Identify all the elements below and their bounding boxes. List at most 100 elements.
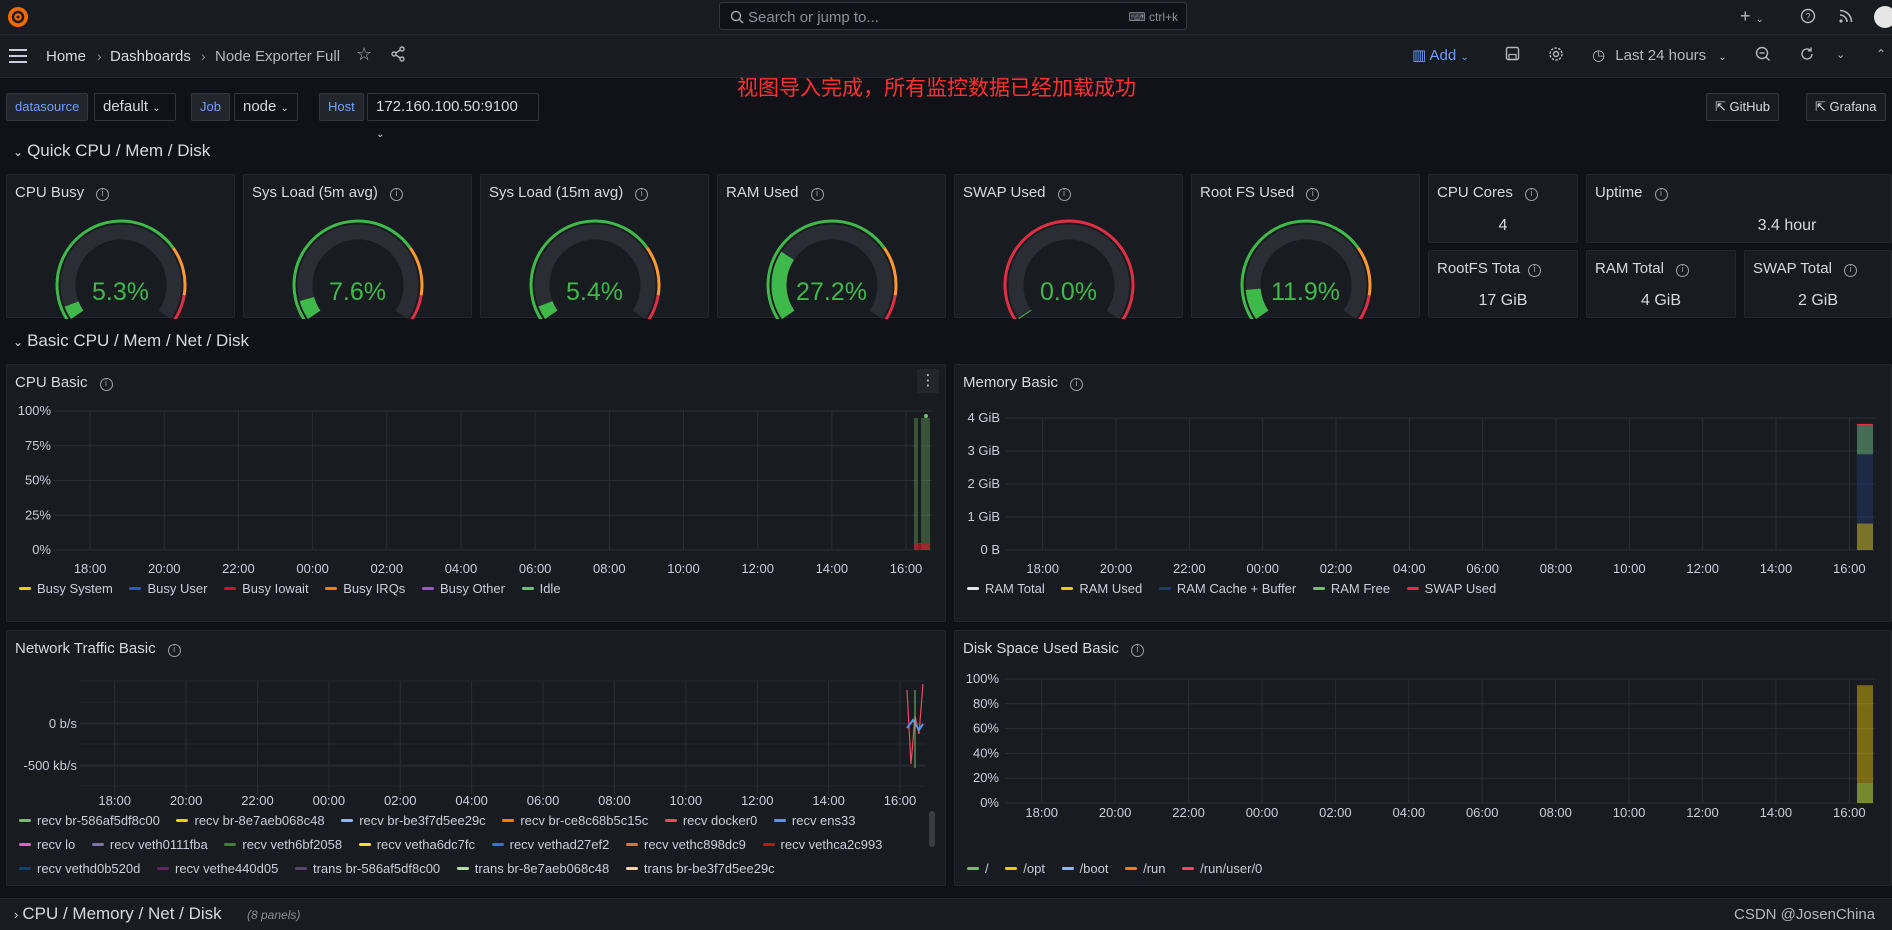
legend-item[interactable]: recv vethe440d05: [156, 861, 278, 876]
variable-select-datasource[interactable]: default ⌄: [94, 93, 176, 121]
grafana-link[interactable]: ⇱ Grafana: [1806, 93, 1886, 121]
legend-item[interactable]: recv vethc898dc9: [625, 837, 746, 852]
x-tick-label: 16:00: [1833, 805, 1866, 820]
legend-item[interactable]: /: [967, 861, 989, 876]
info-icon[interactable]: i: [1843, 264, 1857, 277]
add-panel-button[interactable]: ▥ Add ⌄: [1412, 46, 1469, 64]
panel-network-traffic-basic[interactable]: Network Traffic Basic i 18:00 20:00 22:00 00…: [6, 630, 946, 886]
legend-item[interactable]: recv br-8e7aeb068c48: [176, 813, 325, 828]
legend-item[interactable]: recv veth0111fba: [91, 837, 208, 852]
grafana-logo-icon[interactable]: [6, 5, 30, 29]
legend-item[interactable]: recv br-586af5df8c00: [19, 813, 160, 828]
row-header-collapsed[interactable]: › CPU / Memory / Net / Disk (8 panels) CS…: [0, 898, 1892, 930]
legend-item[interactable]: recv lo: [19, 837, 75, 852]
legend-item[interactable]: Idle: [521, 581, 561, 596]
stat-panel-cpu-cores[interactable]: CPU Cores i 4: [1428, 174, 1578, 243]
legend-item[interactable]: recv br-be3f7d5ee29c: [341, 813, 486, 828]
zoom-out-icon[interactable]: [1755, 46, 1771, 66]
legend-item[interactable]: RAM Free: [1312, 581, 1390, 596]
variable-select-job[interactable]: node ⌄: [234, 93, 298, 121]
legend-item[interactable]: recv vetha6dc7fc: [358, 837, 475, 852]
stat-panel-uptime[interactable]: Uptime i 3.4 hour: [1586, 174, 1892, 243]
menu-icon[interactable]: [9, 49, 27, 67]
legend-item[interactable]: recv vethad27ef2: [491, 837, 609, 852]
stat-panel-rootfs-total[interactable]: RootFS Tota i 17 GiB: [1428, 250, 1578, 318]
gauge-panel-cpu-busy[interactable]: CPU Busy i 5.3%: [6, 174, 235, 319]
legend-item[interactable]: RAM Total: [967, 581, 1045, 596]
refresh-icon[interactable]: [1799, 46, 1815, 66]
legend-item[interactable]: /boot: [1061, 861, 1108, 876]
info-icon[interactable]: i: [1524, 188, 1538, 201]
star-icon[interactable]: ☆: [356, 44, 372, 65]
gauge-panel-root-fs-used[interactable]: Root FS Used i 11.9%: [1191, 174, 1420, 319]
legend-item[interactable]: /run/user/0: [1182, 861, 1262, 876]
legend-item[interactable]: RAM Used: [1061, 581, 1142, 596]
legend-item[interactable]: recv docker0: [664, 813, 757, 828]
add-panel-icon: ▥: [1412, 47, 1427, 64]
legend-scrollbar[interactable]: [929, 811, 935, 847]
help-icon[interactable]: ?: [1800, 8, 1816, 28]
x-tick-label: 14:00: [1760, 561, 1793, 576]
time-picker-button[interactable]: ◷ Last 24 hours ⌄: [1592, 46, 1727, 64]
legend-item[interactable]: trans br-be3f7d5ee29c: [625, 861, 775, 876]
legend-item[interactable]: recv vethca2c993: [762, 837, 882, 852]
legend-item[interactable]: recv ens33: [773, 813, 855, 828]
save-dashboard-icon[interactable]: [1505, 46, 1520, 65]
stat-panel-swap-total[interactable]: SWAP Total i 2 GiB: [1744, 250, 1892, 318]
panel-disk-space-used-basic[interactable]: Disk Space Used Basic i 18:00 20:00 22:00 00…: [954, 630, 1892, 886]
gauge-value: 11.9%: [1270, 278, 1341, 306]
gauge-panel-sys-load-5m[interactable]: Sys Load (5m avg) i 7.6%: [243, 174, 472, 319]
add-new-button[interactable]: + ⌄: [1740, 6, 1764, 27]
info-icon[interactable]: i: [1528, 264, 1542, 277]
info-icon[interactable]: i: [1130, 644, 1144, 657]
breadcrumb-dashboards[interactable]: Dashboards: [110, 48, 191, 65]
legend-item[interactable]: SWAP Used: [1406, 581, 1496, 596]
legend-swatch: [625, 867, 638, 870]
legend-item[interactable]: Busy IRQs: [325, 581, 405, 596]
gauge-value: 7.6%: [329, 278, 386, 306]
legend-item[interactable]: /run: [1125, 861, 1166, 876]
legend-item[interactable]: recv vethd0b520d: [19, 861, 140, 876]
stat-value: 4: [1498, 217, 1508, 234]
info-icon[interactable]: i: [1675, 264, 1689, 277]
search-input[interactable]: Search or jump to... ⌨ ctrl+k: [719, 2, 1187, 30]
x-tick-label: 10:00: [670, 793, 703, 808]
chevron-down-icon: ⌄: [13, 145, 24, 159]
row-header-quick[interactable]: ⌄ Quick CPU / Mem / Disk: [13, 141, 210, 161]
gauge-panel-swap-used[interactable]: SWAP Used i 0.0%: [954, 174, 1183, 319]
stat-panel-ram-total[interactable]: RAM Total i 4 GiB: [1586, 250, 1736, 318]
legend-item[interactable]: recv veth6bf2058: [224, 837, 342, 852]
rss-icon[interactable]: [1838, 8, 1854, 28]
info-icon[interactable]: i: [167, 644, 181, 657]
legend-item[interactable]: Busy Iowait: [224, 581, 309, 596]
legend-item[interactable]: /opt: [1005, 861, 1045, 876]
panel-menu-icon[interactable]: ⋮: [917, 369, 939, 393]
panel-cpu-basic[interactable]: CPU Basic i ⋮ 18:00 20:00 22:00 00:00 02:00 04…: [6, 364, 946, 622]
panel-memory-basic[interactable]: Memory Basic i 18:00 20:00 22:00 00:00 02:00 0…: [954, 364, 1892, 622]
row-header-basic[interactable]: ⌄ Basic CPU / Mem / Net / Disk: [13, 331, 249, 351]
legend-item[interactable]: Busy Other: [421, 581, 505, 596]
legend-item[interactable]: Busy User: [129, 581, 207, 596]
breadcrumb-home[interactable]: Home: [46, 48, 86, 65]
share-icon[interactable]: [390, 46, 406, 66]
refresh-interval-chevron-icon[interactable]: ⌄: [1836, 48, 1845, 61]
legend-item[interactable]: Busy System: [19, 581, 113, 596]
legend-item[interactable]: RAM Cache + Buffer: [1158, 581, 1296, 596]
x-tick-label: 08:00: [593, 561, 626, 576]
legend-item[interactable]: trans br-586af5df8c00: [294, 861, 440, 876]
gauge-panel-sys-load-15m[interactable]: Sys Load (15m avg) i 5.4%: [480, 174, 709, 319]
settings-gear-icon[interactable]: [1548, 46, 1564, 66]
panel-title: Uptime i: [1595, 184, 1668, 201]
legend-item[interactable]: trans br-8e7aeb068c48: [456, 861, 609, 876]
stat-value: 4 GiB: [1640, 292, 1681, 309]
collapse-chevron-up-icon[interactable]: ⌃: [1876, 47, 1886, 61]
gauge-value: 0.0%: [1040, 278, 1097, 306]
info-icon[interactable]: i: [1070, 378, 1084, 391]
variable-select-host[interactable]: 172.160.100.50:9100 ⌄: [367, 93, 539, 140]
user-avatar[interactable]: [1874, 6, 1892, 28]
info-icon[interactable]: i: [99, 378, 113, 391]
github-link[interactable]: ⇱ GitHub: [1706, 93, 1779, 121]
gauge-panel-ram-used[interactable]: RAM Used i 27.2%: [717, 174, 946, 319]
info-icon[interactable]: i: [1654, 188, 1668, 201]
legend-item[interactable]: recv br-ce8c68b5c15c: [502, 813, 648, 828]
